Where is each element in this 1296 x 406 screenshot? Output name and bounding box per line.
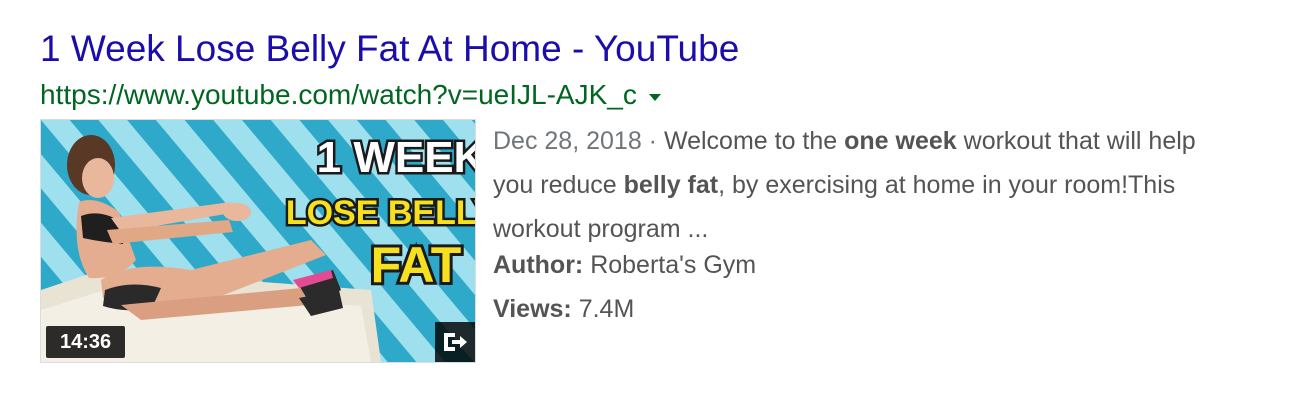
thumb-text-3: FAT <box>371 237 462 293</box>
open-in-new-icon[interactable] <box>435 322 475 362</box>
date-separator: · <box>641 127 664 155</box>
video-thumbnail[interactable]: 1 WEEK LOSE BELLY FAT 14:36 <box>40 119 476 363</box>
author-value: Roberta's Gym <box>583 251 757 279</box>
result-body: 1 WEEK LOSE BELLY FAT 14:36 Dec 28, 2018… <box>40 119 1270 363</box>
views-row: Views: 7.4M <box>493 287 1213 331</box>
desc-bold-1: one week <box>844 127 957 155</box>
author-row: Author: Roberta's Gym <box>493 243 1213 287</box>
views-value: 7.4M <box>571 295 635 323</box>
thumb-text-1: 1 WEEK <box>317 133 475 182</box>
result-description: Dec 28, 2018 · Welcome to the one week w… <box>493 119 1213 243</box>
desc-text-1: Welcome to the <box>663 127 845 155</box>
video-duration-badge: 14:36 <box>46 326 126 358</box>
search-result: 1 Week Lose Belly Fat At Home - YouTube … <box>40 26 1270 363</box>
caret-down-icon[interactable] <box>648 93 661 101</box>
author-label: Author: <box>493 251 584 279</box>
result-date: Dec 28, 2018 <box>493 127 642 155</box>
result-title-link[interactable]: 1 Week Lose Belly Fat At Home - YouTube <box>40 26 1270 72</box>
desc-bold-2: belly fat <box>623 171 719 199</box>
result-url-row: https://www.youtube.com/watch?v=ueIJL-AJ… <box>40 78 1270 112</box>
result-snippet: Dec 28, 2018 · Welcome to the one week w… <box>493 119 1213 363</box>
thumb-text-2: LOSE BELLY <box>286 194 475 232</box>
result-url[interactable]: https://www.youtube.com/watch?v=ueIJL-AJ… <box>40 78 637 112</box>
views-label: Views: <box>493 295 572 323</box>
